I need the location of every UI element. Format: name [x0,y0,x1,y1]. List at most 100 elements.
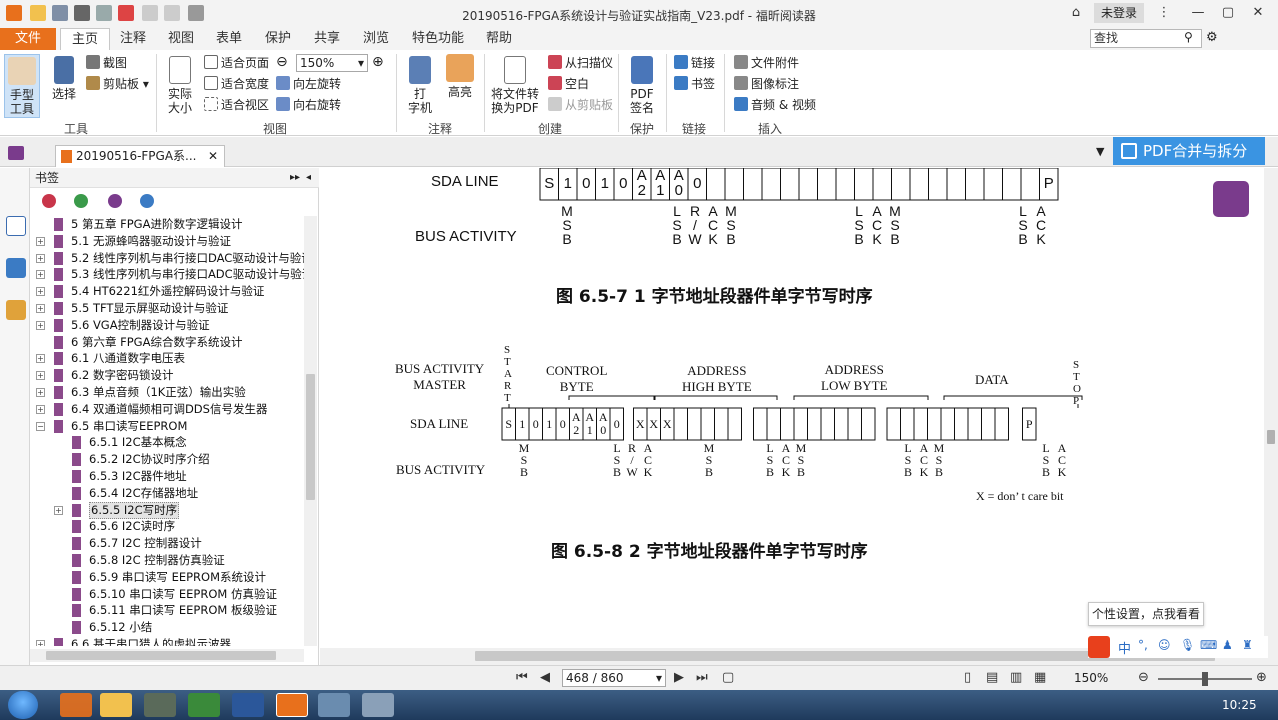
fit-visible-button[interactable]: 适合视区 [204,96,269,114]
fit-page-button[interactable]: 适合页面 [204,54,269,72]
ime-keyboard-icon[interactable]: ⌨ [1200,638,1217,652]
bookmark-item[interactable]: 6.5.2 I2C协议时序介绍 [30,451,306,468]
start-button[interactable] [8,691,38,719]
fit-width-button[interactable]: 适合宽度 [204,75,269,93]
bookmarks-panel-icon[interactable] [6,216,26,236]
tab-protect[interactable]: 保护 [257,28,299,50]
pages-panel-icon[interactable] [6,258,26,278]
cover-page-icon[interactable]: ▦ [1034,670,1046,685]
rotate-left-button[interactable]: 向左旋转 [276,75,341,93]
blank-button[interactable]: 空白 [548,75,589,93]
menu-grid-icon[interactable]: ⋮ [1154,4,1174,22]
minimize-button[interactable]: — [1188,4,1208,22]
pdf-sign-button[interactable]: PDF 签名 [624,56,660,115]
file-to-pdf-button[interactable]: 将文件转 换为PDF [488,56,542,115]
search-icon[interactable]: ⚲ [1184,30,1193,44]
bookmark-item[interactable]: +5.6 VGA控制器设计与验证 [30,317,306,334]
page-fit-icon[interactable]: ▢ [722,670,734,685]
facing-page-icon[interactable]: ▥ [1010,670,1022,685]
screenshot-button[interactable]: 截图 [86,54,127,72]
bookmark-item[interactable]: +6.6 基于串口猎人的虚拟示波器 [30,636,306,646]
bookmark-item[interactable]: 6.5.6 I2C读时序 [30,518,306,535]
zoom-in-icon[interactable]: ⊕ [372,53,384,71]
bookmark-item[interactable]: +5.2 线性序列机与串行接口DAC驱动设计与验证 [30,250,306,267]
expand-icon[interactable]: + [36,404,45,414]
taskbar-app-4[interactable] [188,693,220,717]
expand-icon[interactable]: + [36,253,45,263]
page-number-input[interactable]: 468 / 860 ▾ [562,669,666,687]
typewriter-button[interactable]: 打 字机 [402,56,438,115]
taskbar-explorer[interactable] [100,693,132,717]
taskbar-word[interactable] [232,693,264,717]
expand-bookmark-icon[interactable] [108,194,122,208]
ime-user-icon[interactable]: ♟ [1222,638,1233,652]
bookmark-item[interactable]: +6.2 数字密码锁设计 [30,367,306,384]
expand-icon[interactable]: + [36,388,45,397]
bookmark-item[interactable]: 6.5.10 串口读写 EEPROM 仿真验证 [30,586,306,603]
tab-comment[interactable]: 注释 [112,28,154,50]
bookmark-item[interactable]: +6.4 双通道幅频相可调DDS信号发生器 [30,401,306,418]
bookmark-item[interactable]: 6.5.9 串口读写 EEPROM系统设计 [30,569,306,586]
zoom-select[interactable]: 150% ▾ [296,54,368,72]
pdf-merge-split-button[interactable]: PDF合并与拆分 [1113,137,1265,165]
next-page-button[interactable]: ▶ [674,670,684,685]
tray-icons[interactable] [1080,693,1210,717]
bookmark-options-icon[interactable] [140,194,154,208]
document-tab[interactable]: 20190516-FPGA系... ✕ [55,145,225,167]
expand-icon[interactable]: + [54,505,63,515]
taskbar-foxit[interactable] [276,693,308,717]
from-clipboard-button[interactable]: 从剪贴板 [548,96,613,114]
taskbar-app-7[interactable] [318,693,350,717]
bookmark-item[interactable]: 6.5.7 I2C 控制器设计 [30,535,306,552]
select-button[interactable]: 选择 [46,56,82,101]
app-menu-icon[interactable] [8,146,24,160]
expand-icon[interactable]: + [36,236,45,246]
from-scanner-button[interactable]: 从扫描仪 [548,54,613,72]
ime-emoji-icon[interactable]: ☺ [1158,638,1171,652]
expand-icon[interactable]: + [36,371,45,381]
close-button[interactable]: ✕ [1248,4,1268,22]
delete-bookmark-icon[interactable] [42,194,56,208]
expand-icon[interactable]: + [36,287,45,297]
collapse-panel-icon[interactable]: ▸▸ [290,168,300,188]
expand-icon[interactable]: + [36,320,45,330]
single-page-icon[interactable]: ▯ [964,670,971,685]
continuous-page-icon[interactable]: ▤ [986,670,998,685]
add-bookmark-icon[interactable] [74,194,88,208]
document-scroll-thumb[interactable] [1267,430,1275,444]
bookmark-item[interactable]: +6.5.5 I2C写时序 [30,501,306,519]
expand-icon[interactable]: + [36,354,45,364]
document-view[interactable]: S 1 0 1 0 A 2 A 1 A 0 0 P M S B L S B R / W A C K M S B L S B A C K M S B L S B… [320,168,1264,648]
bookmark-item[interactable]: +6.3 单点音频（1K正弦）输出实验 [30,384,306,401]
bookmark-item[interactable]: +5.4 HT6221红外遥控解码设计与验证 [30,283,306,300]
ime-skin-icon[interactable]: ♜ [1242,638,1253,652]
zoom-slider-handle[interactable] [1202,672,1208,686]
bookmark-item[interactable]: +5.5 TFT显示屏驱动设计与验证 [30,300,306,317]
bookmark-item[interactable]: +5.1 无源蜂鸣器驱动设计与验证 [30,233,306,250]
bookmark-item[interactable]: 6 第六章 FPGA综合数字系统设计 [30,334,306,351]
highlight-button[interactable]: 高亮 [442,54,478,99]
expand-icon[interactable]: + [36,640,45,646]
hand-tool-button[interactable]: 手型 工具 [4,54,40,118]
clipboard-button[interactable]: 剪贴板 ▾ [86,75,149,93]
bookmark-item[interactable]: +6.1 八通道数字电压表 [30,350,306,367]
collapse-icon[interactable]: − [36,421,45,431]
settings-gear-icon[interactable]: ⚙ [1206,30,1218,45]
zoom-out-icon[interactable]: ⊖ [276,53,288,71]
bookmark-item[interactable]: 6.5.3 I2C器件地址 [30,468,306,485]
bookmark-item[interactable]: 6.5.4 I2C存储器地址 [30,485,306,502]
expand-icon[interactable]: + [36,304,45,313]
bookmark-hscrollbar[interactable] [30,649,304,662]
bookmark-hscroll-thumb[interactable] [46,651,276,660]
tab-home[interactable]: 主页 [60,28,110,50]
expand-icon[interactable]: + [36,270,45,280]
bookmark-item[interactable]: 6.5.12 小结 [30,619,306,636]
first-page-button[interactable]: ⏮ [516,670,528,685]
bookmark-vscrollbar[interactable] [304,216,317,646]
last-page-button[interactable]: ⏭ [696,670,708,685]
hide-panel-icon[interactable]: ◂ [306,168,311,188]
tab-form[interactable]: 表单 [208,28,250,50]
tab-view[interactable]: 视图 [160,28,202,50]
bookmark-item[interactable]: 6.5.8 I2C 控制器仿真验证 [30,552,306,569]
zoom-in-status-icon[interactable]: ⊕ [1256,670,1267,685]
